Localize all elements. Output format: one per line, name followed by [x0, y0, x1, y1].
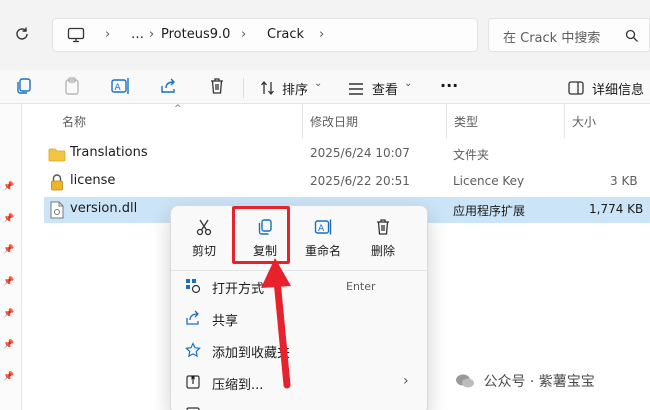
chevron-right-icon: ›	[105, 27, 111, 42]
share-icon	[185, 310, 201, 326]
navigation-pane: 📌 📌 📌 📌 📌 📌 📌	[0, 104, 22, 410]
file-name: Translations	[70, 145, 148, 160]
file-row-translations[interactable]: Translations 2025/6/24 10:07 文件夹	[44, 141, 650, 167]
svg-text:A: A	[318, 224, 325, 234]
delete-action[interactable]: 删除	[353, 216, 413, 266]
svg-text:A: A	[115, 83, 122, 93]
chevron-right-icon: ›	[319, 27, 325, 42]
view-icon[interactable]	[348, 81, 364, 100]
details-button[interactable]: 详细信息	[592, 79, 644, 98]
sort-button[interactable]: 排序	[282, 79, 308, 98]
file-modified: 2025/6/24 10:07	[310, 146, 410, 160]
rename-icon[interactable]: A	[110, 76, 132, 98]
share-icon[interactable]	[159, 76, 181, 98]
file-type: Licence Key	[453, 174, 525, 188]
pin-icon[interactable]: 📌	[3, 214, 14, 224]
sort-caret-icon: ^	[174, 104, 182, 114]
column-divider[interactable]	[564, 104, 565, 138]
sort-icon[interactable]	[260, 80, 276, 100]
computer-icon	[67, 27, 85, 47]
pin-icon[interactable]: 📌	[3, 277, 14, 287]
breadcrumb-ellipsis[interactable]: …	[131, 27, 144, 42]
file-modified: 2025/6/22 20:51	[310, 174, 410, 188]
rename-icon: A	[314, 219, 332, 235]
search-box[interactable]: 在 Crack 中搜索	[488, 18, 650, 52]
submenu-chevron-icon: ›	[403, 373, 409, 389]
delete-icon[interactable]	[207, 76, 229, 98]
pin-icon[interactable]: 📌	[3, 245, 14, 255]
copy-path-icon	[185, 406, 201, 410]
details-pane-icon[interactable]	[568, 80, 584, 99]
menu-item-partial[interactable]	[171, 398, 427, 410]
pin-icon[interactable]: 📌	[3, 340, 14, 350]
file-row-license[interactable]: license 2025/6/22 20:51 Licence Key 3 KB	[44, 169, 650, 195]
command-bar: A 排序 ⌄ 查看 ⌄ ··· 详细信息	[0, 70, 650, 104]
lock-file-icon	[50, 173, 64, 195]
file-size: 3 KB	[610, 174, 638, 188]
search-icon[interactable]	[625, 28, 639, 47]
folder-icon	[48, 147, 66, 166]
refresh-icon[interactable]	[14, 26, 30, 46]
file-type: 文件夹	[453, 148, 490, 162]
file-size: 1,774 KB	[589, 202, 644, 216]
column-header-name[interactable]: 名称	[62, 113, 86, 130]
pin-icon[interactable]: 📌	[3, 309, 14, 319]
column-divider[interactable]	[446, 104, 447, 138]
menu-item-shortcut: Enter	[346, 280, 376, 293]
delete-label: 删除	[370, 244, 395, 258]
toolbar-divider	[243, 78, 244, 98]
cut-label: 剪切	[191, 244, 216, 258]
zip-icon	[185, 374, 201, 390]
chevron-right-icon: ›	[241, 27, 247, 42]
search-input[interactable]: 在 Crack 中搜索	[503, 27, 600, 46]
file-type: 应用程序扩展	[453, 204, 526, 218]
column-header-modified[interactable]: 修改日期	[310, 113, 358, 130]
watermark: 公众号 · 紫薯宝宝	[455, 371, 595, 393]
column-header-size[interactable]: 大小	[572, 113, 596, 130]
view-button[interactable]: 查看	[372, 79, 398, 98]
pin-icon[interactable]: 📌	[3, 182, 14, 192]
more-options-button[interactable]: ···	[440, 76, 458, 95]
dll-file-icon	[50, 201, 64, 223]
address-row: › … › Proteus9.0 › Crack › 在 Crack 中搜索	[0, 0, 650, 70]
chevron-down-icon: ⌄	[404, 78, 413, 89]
star-icon	[185, 342, 201, 358]
chevron-down-icon: ⌄	[314, 78, 323, 89]
paste-icon[interactable]	[62, 76, 84, 98]
new-copy-icon[interactable]	[14, 76, 36, 98]
breadcrumb-crack[interactable]: Crack	[267, 27, 304, 42]
address-bar[interactable]: › … › Proteus9.0 › Crack ›	[52, 18, 478, 52]
pin-icon[interactable]: 📌	[3, 372, 14, 382]
annotation-arrow	[261, 258, 291, 389]
column-divider[interactable]	[302, 104, 303, 138]
cut-action[interactable]: 剪切	[174, 216, 234, 266]
rename-label: 重命名	[304, 244, 341, 258]
watermark-text: 公众号 · 紫薯宝宝	[483, 374, 595, 390]
chevron-right-icon: ›	[149, 27, 155, 42]
trash-icon	[377, 219, 389, 235]
open-with-icon	[185, 278, 201, 294]
breadcrumb-proteus[interactable]: Proteus9.0	[161, 27, 230, 42]
file-name: license	[70, 173, 116, 188]
menu-item-label: 共享	[212, 314, 239, 329]
scissors-icon	[196, 219, 212, 236]
column-header-type[interactable]: 类型	[454, 113, 478, 130]
wechat-icon	[455, 373, 475, 393]
file-name: version.dll	[70, 201, 138, 216]
